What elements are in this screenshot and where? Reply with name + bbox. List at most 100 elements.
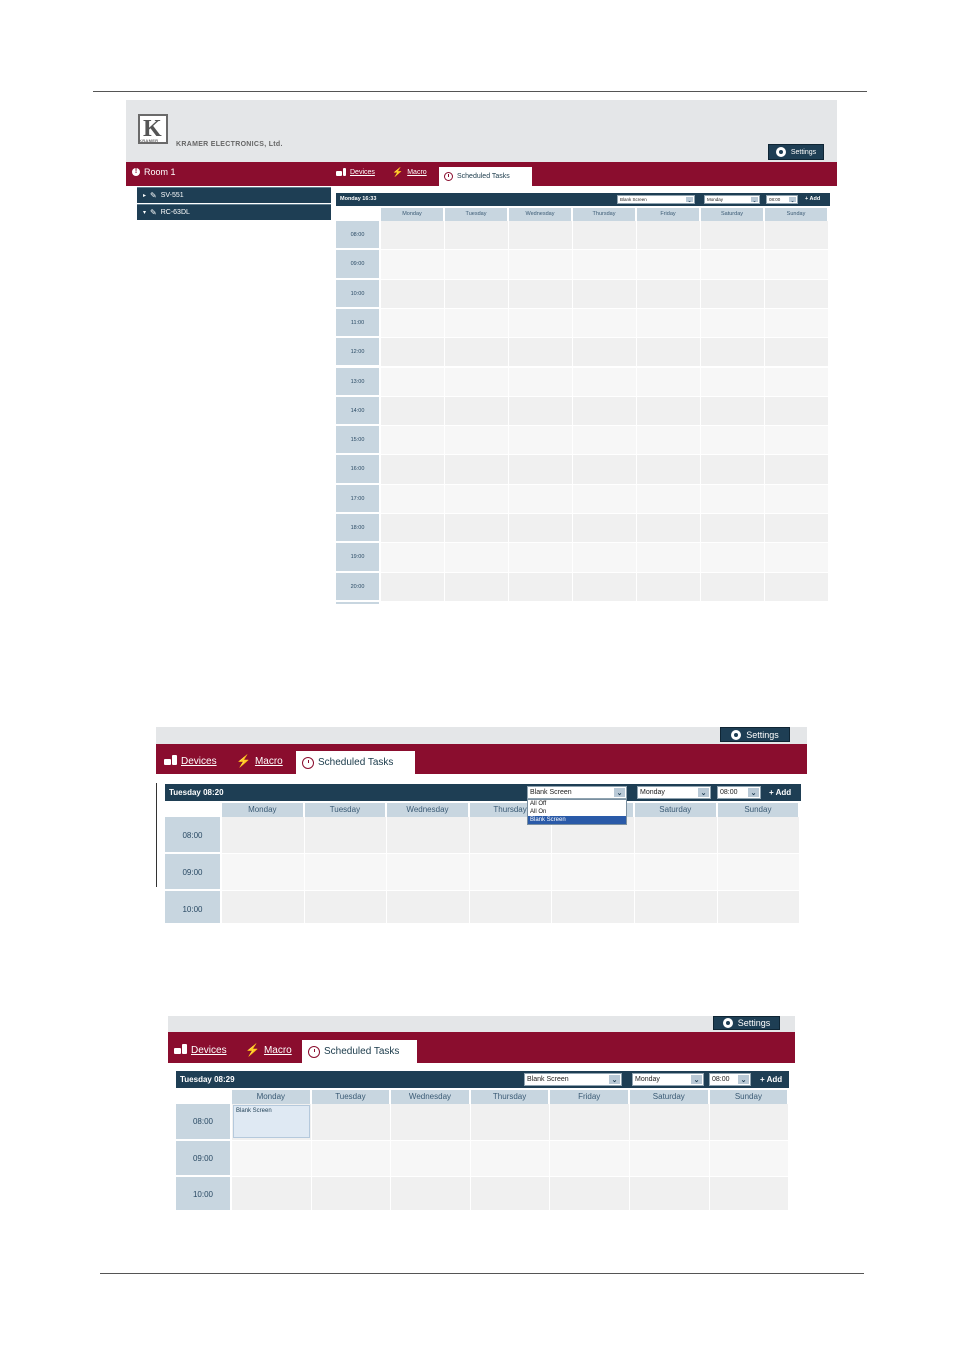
- schedule-cell[interactable]: [573, 426, 637, 456]
- schedule-cell[interactable]: [509, 484, 573, 514]
- schedule-cell[interactable]: [765, 455, 829, 485]
- device-item-rc63dl[interactable]: ▾ ✎ RC-63DL: [137, 204, 331, 220]
- schedule-cell[interactable]: [765, 426, 829, 456]
- schedule-cell[interactable]: [381, 221, 445, 251]
- schedule-cell[interactable]: [573, 221, 637, 251]
- schedule-cell[interactable]: [222, 854, 305, 891]
- device-item-sv551[interactable]: ▸ ✎ SV-551: [137, 187, 331, 203]
- schedule-cell[interactable]: [509, 572, 573, 602]
- tab-devices[interactable]: Devices: [174, 1044, 227, 1056]
- schedule-cell[interactable]: [445, 514, 509, 544]
- settings-button[interactable]: Settings: [720, 727, 790, 742]
- schedule-cell[interactable]: [573, 367, 637, 397]
- schedule-cell[interactable]: [573, 396, 637, 427]
- schedule-cell[interactable]: [637, 514, 701, 544]
- action-select[interactable]: Blank Screen ⌄: [524, 1073, 622, 1086]
- schedule-cell[interactable]: [701, 221, 765, 251]
- schedule-cell[interactable]: [381, 308, 445, 339]
- schedule-cell[interactable]: [509, 308, 573, 339]
- schedule-cell[interactable]: [311, 1140, 392, 1178]
- tab-macro[interactable]: ⚡ Macro: [236, 755, 283, 767]
- schedule-cell[interactable]: [635, 854, 718, 891]
- schedule-cell[interactable]: [509, 426, 573, 456]
- schedule-cell[interactable]: [445, 338, 509, 368]
- tab-scheduled-tasks[interactable]: Scheduled Tasks: [302, 1040, 417, 1063]
- schedule-cell[interactable]: [381, 396, 445, 427]
- schedule-cell[interactable]: [550, 1140, 630, 1178]
- schedule-cell[interactable]: [701, 279, 765, 309]
- tab-devices[interactable]: Devices: [164, 755, 217, 767]
- schedule-cell[interactable]: [381, 455, 445, 485]
- schedule-cell[interactable]: [509, 279, 573, 309]
- schedule-cell[interactable]: [550, 1104, 630, 1141]
- schedule-cell[interactable]: [630, 1140, 710, 1178]
- schedule-cell[interactable]: [765, 396, 829, 427]
- schedule-cell[interactable]: [765, 250, 829, 280]
- schedule-cell[interactable]: [630, 1104, 710, 1141]
- schedule-cell[interactable]: [701, 543, 765, 573]
- schedule-cell[interactable]: [701, 426, 765, 456]
- schedule-cell[interactable]: [637, 396, 701, 427]
- schedule-cell[interactable]: [304, 817, 388, 854]
- schedule-cell[interactable]: [304, 854, 388, 891]
- schedule-cell[interactable]: [573, 484, 637, 514]
- tab-scheduled-tasks[interactable]: Scheduled Tasks: [439, 167, 532, 186]
- schedule-cell[interactable]: [232, 1140, 312, 1178]
- schedule-cell[interactable]: [701, 367, 765, 397]
- schedule-cell[interactable]: [637, 572, 701, 602]
- schedule-cell[interactable]: [701, 484, 765, 514]
- schedule-cell[interactable]: [469, 854, 553, 891]
- day-select[interactable]: Monday ⌄: [637, 786, 711, 799]
- schedule-cell[interactable]: [445, 279, 509, 309]
- schedule-cell[interactable]: [381, 543, 445, 573]
- schedule-cell[interactable]: [765, 338, 829, 368]
- schedule-cell[interactable]: [381, 426, 445, 456]
- collapse-arrow-icon[interactable]: ▾: [143, 209, 146, 216]
- expand-arrow-icon[interactable]: ▸: [143, 192, 146, 199]
- schedule-cell[interactable]: [509, 338, 573, 368]
- schedule-cell[interactable]: [765, 543, 829, 573]
- schedule-cell[interactable]: [470, 1140, 551, 1178]
- schedule-cell[interactable]: [637, 455, 701, 485]
- schedule-cell[interactable]: [701, 308, 765, 339]
- day-select[interactable]: Monday ⌄: [704, 195, 760, 204]
- time-select[interactable]: 08:00 ⌄: [717, 786, 761, 799]
- schedule-cell[interactable]: [304, 891, 388, 923]
- schedule-cell[interactable]: [765, 514, 829, 544]
- schedule-cell[interactable]: [445, 308, 509, 339]
- schedule-cell[interactable]: [470, 1177, 551, 1210]
- settings-button[interactable]: Settings: [768, 144, 824, 160]
- schedule-cell[interactable]: [765, 308, 829, 339]
- add-button[interactable]: + Add: [805, 196, 820, 202]
- schedule-cell[interactable]: [637, 367, 701, 397]
- schedule-cell[interactable]: [637, 250, 701, 280]
- schedule-cell[interactable]: [311, 1104, 392, 1141]
- schedule-cell[interactable]: [709, 1104, 790, 1141]
- schedule-cell[interactable]: [381, 250, 445, 280]
- schedule-cell[interactable]: [765, 221, 829, 251]
- chevron-down-icon[interactable]: ⌄: [748, 788, 759, 797]
- day-select[interactable]: Monday ⌄: [632, 1073, 704, 1086]
- schedule-cell[interactable]: [709, 1140, 790, 1178]
- tab-scheduled-tasks[interactable]: Scheduled Tasks: [296, 751, 415, 774]
- schedule-cell[interactable]: [445, 426, 509, 456]
- action-select[interactable]: Blank Screen ⌄: [617, 195, 695, 204]
- schedule-cell[interactable]: [765, 484, 829, 514]
- schedule-cell[interactable]: [552, 854, 635, 891]
- schedule-cell[interactable]: [573, 308, 637, 339]
- tab-devices[interactable]: Devices: [336, 168, 375, 177]
- time-select[interactable]: 08:00 ⌄: [709, 1073, 751, 1086]
- dropdown-option[interactable]: All On: [528, 808, 626, 816]
- schedule-cell[interactable]: [445, 484, 509, 514]
- schedule-cell[interactable]: [701, 396, 765, 427]
- schedule-cell[interactable]: [701, 514, 765, 544]
- schedule-cell[interactable]: [509, 455, 573, 485]
- schedule-cell[interactable]: [222, 891, 305, 923]
- schedule-cell[interactable]: [509, 514, 573, 544]
- schedule-cell[interactable]: [635, 817, 718, 854]
- schedule-cell[interactable]: [573, 572, 637, 602]
- schedule-cell[interactable]: [470, 1104, 551, 1141]
- schedule-cell[interactable]: [509, 221, 573, 251]
- room-selector[interactable]: ! Room 1: [132, 167, 176, 177]
- chevron-down-icon[interactable]: ⌄: [789, 197, 796, 203]
